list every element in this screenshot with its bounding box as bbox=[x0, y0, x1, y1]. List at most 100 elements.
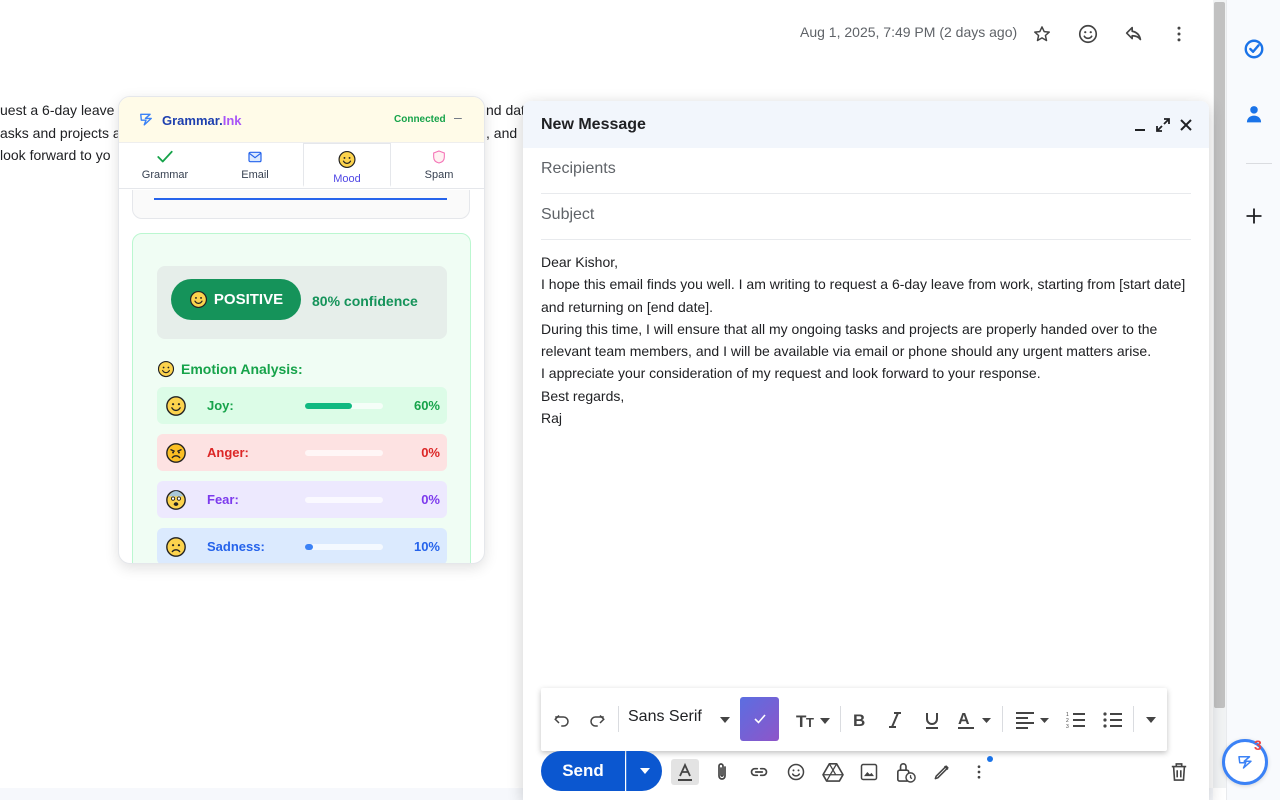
emotion-name: Fear: bbox=[207, 492, 239, 507]
emotion-row-sadness: Sadness: 10% bbox=[157, 528, 447, 563]
body-paragraph: Dear Kishor, bbox=[541, 254, 619, 270]
body-paragraph: During this time, I will ensure that all… bbox=[541, 320, 1158, 360]
attach-button[interactable] bbox=[708, 759, 736, 785]
side-panel bbox=[1226, 0, 1280, 800]
tasks-icon bbox=[1244, 39, 1264, 59]
formatting-toggle-button[interactable] bbox=[671, 759, 699, 785]
recipients-input[interactable] bbox=[541, 160, 1181, 178]
insert-drive-button[interactable] bbox=[819, 759, 847, 785]
underline-button[interactable] bbox=[920, 707, 944, 733]
message-body[interactable]: Dear Kishor, I hope this email finds you… bbox=[541, 251, 1193, 429]
check-icon bbox=[157, 150, 173, 163]
insert-link-button[interactable] bbox=[745, 759, 773, 785]
font-dropdown-button[interactable] bbox=[717, 707, 733, 733]
tab-label: Grammar bbox=[141, 169, 189, 181]
main-scrollbar[interactable] bbox=[1213, 0, 1226, 788]
sentiment-label: POSITIVE bbox=[213, 291, 284, 308]
insert-emoji-button[interactable] bbox=[782, 759, 810, 785]
compose-title: New Message bbox=[541, 116, 646, 133]
text-size-button[interactable]: TT bbox=[791, 707, 835, 733]
italic-icon bbox=[889, 712, 901, 728]
emotion-name: Sadness: bbox=[207, 539, 265, 554]
smile-icon bbox=[157, 360, 175, 378]
check-icon bbox=[753, 714, 766, 724]
emotion-bar-track bbox=[305, 403, 383, 409]
side-divider bbox=[1246, 163, 1272, 164]
body-paragraph: Raj bbox=[541, 410, 563, 427]
bold-button[interactable]: B bbox=[847, 707, 871, 733]
redo-button[interactable] bbox=[585, 707, 609, 733]
emotion-bar-fill bbox=[305, 403, 352, 409]
subject-input[interactable] bbox=[541, 206, 1181, 224]
emotion-row-fear: Fear: 0% bbox=[157, 481, 447, 518]
reply-button[interactable] bbox=[1120, 20, 1148, 48]
more-options-button[interactable] bbox=[965, 759, 993, 785]
discard-draft-button[interactable] bbox=[1165, 759, 1193, 785]
fullscreen-button[interactable] bbox=[1153, 115, 1173, 135]
text-color-icon: A bbox=[958, 711, 991, 729]
align-button[interactable] bbox=[1013, 707, 1053, 733]
svg-text:A: A bbox=[958, 711, 970, 728]
scrollbar-thumb[interactable] bbox=[1214, 2, 1225, 708]
bulleted-list-button[interactable] bbox=[1101, 707, 1125, 733]
text-color-button[interactable]: A bbox=[955, 707, 995, 733]
sentiment-confidence: 80% confidence bbox=[312, 293, 418, 309]
minimize-button[interactable] bbox=[1130, 115, 1150, 135]
tab-grammar[interactable]: Grammar bbox=[121, 143, 209, 187]
send-button[interactable]: Send bbox=[541, 751, 625, 791]
caret-down-icon bbox=[720, 717, 730, 723]
previous-card bbox=[132, 190, 470, 219]
sad-face-icon bbox=[166, 537, 186, 557]
more-options-button[interactable] bbox=[1165, 20, 1193, 48]
send-options-button[interactable] bbox=[626, 751, 662, 791]
text-format-icon bbox=[678, 762, 692, 781]
brand-accent: Ink bbox=[222, 113, 242, 128]
svg-text:B: B bbox=[853, 711, 865, 729]
mood-tab-content[interactable]: POSITIVE 80% confidence Emotion Analysis… bbox=[119, 190, 484, 563]
subject-field bbox=[541, 194, 1191, 240]
body-paragraph: I appreciate your consideration of my re… bbox=[541, 365, 1041, 382]
more-vert-icon bbox=[977, 765, 981, 779]
more-formatting-button[interactable] bbox=[1143, 707, 1159, 733]
italic-button[interactable] bbox=[883, 707, 907, 733]
insert-photo-button[interactable] bbox=[855, 759, 883, 785]
formatting-toolbar: Sans Serif TT B A 123 bbox=[541, 688, 1167, 751]
link-icon bbox=[750, 767, 768, 777]
numbered-list-button[interactable]: 123 bbox=[1064, 707, 1088, 733]
connection-status: Connected bbox=[394, 114, 446, 125]
tasks-button[interactable] bbox=[1242, 37, 1266, 61]
undo-button[interactable] bbox=[550, 707, 574, 733]
tab-mood[interactable]: Mood bbox=[303, 143, 391, 187]
close-button[interactable] bbox=[1176, 115, 1196, 135]
more-vert-icon bbox=[1177, 26, 1181, 42]
star-button[interactable] bbox=[1028, 20, 1056, 48]
emotion-name: Joy: bbox=[207, 398, 234, 413]
insert-signature-button[interactable] bbox=[928, 759, 956, 785]
grammar-ink-toolbar-button[interactable] bbox=[740, 697, 779, 741]
grammar-ink-tabs: Grammar Email Mood Spam bbox=[119, 143, 484, 189]
recipients-field bbox=[541, 148, 1191, 194]
numbered-list-icon: 123 bbox=[1066, 712, 1085, 729]
email-body-line: asks and projects a bbox=[0, 125, 121, 141]
smile-icon bbox=[189, 290, 207, 309]
grammar-ink-panel: Grammar.Ink Connected – Grammar Email Mo… bbox=[118, 96, 485, 564]
add-addon-button[interactable] bbox=[1242, 204, 1266, 228]
compose-header[interactable]: New Message bbox=[523, 101, 1209, 148]
compose-window: New Message Dear Kishor, I hope this ema… bbox=[523, 101, 1209, 800]
emoji-react-button[interactable] bbox=[1074, 20, 1102, 48]
emotion-percent: 0% bbox=[421, 445, 440, 460]
shield-icon bbox=[433, 150, 445, 164]
contacts-button[interactable] bbox=[1242, 102, 1266, 126]
tab-email[interactable]: Email bbox=[211, 143, 299, 187]
font-family-select[interactable]: Sans Serif bbox=[628, 708, 702, 726]
emotion-row-joy: Joy: 60% bbox=[157, 387, 447, 424]
emotion-percent: 60% bbox=[413, 398, 440, 413]
minimize-icon bbox=[1135, 129, 1145, 131]
close-icon bbox=[1180, 119, 1192, 131]
star-icon bbox=[1034, 26, 1050, 42]
confidential-mode-button[interactable] bbox=[892, 759, 920, 785]
svg-text:3: 3 bbox=[1066, 724, 1069, 729]
tab-spam[interactable]: Spam bbox=[395, 143, 483, 187]
panel-minimize-button[interactable]: – bbox=[454, 109, 462, 125]
email-body-line: uest a 6-day leave bbox=[0, 102, 115, 118]
